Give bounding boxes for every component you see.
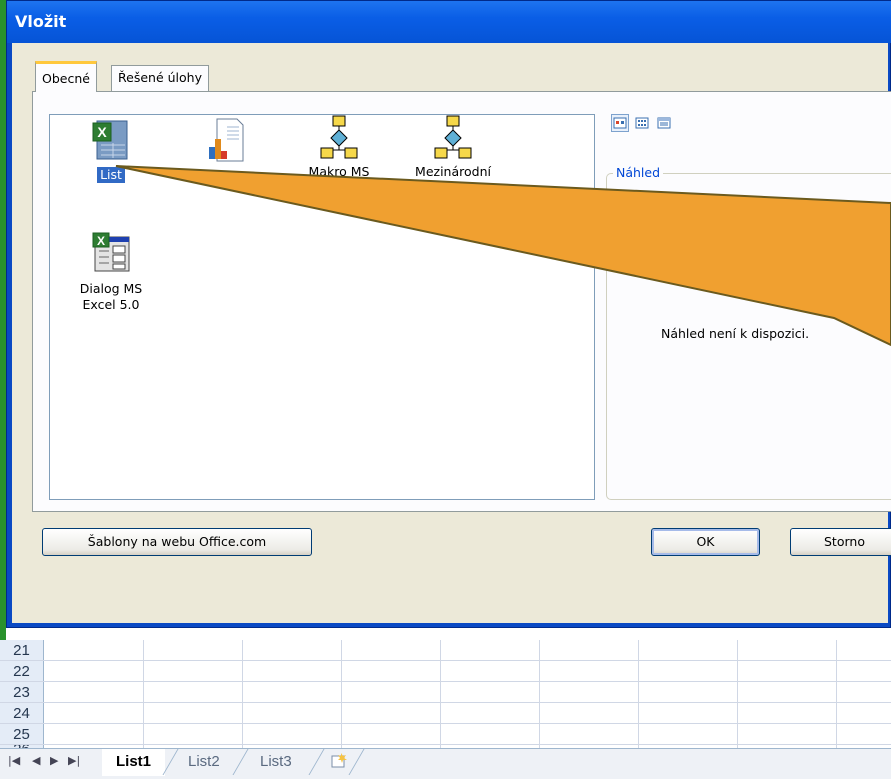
chart-sheet-icon: [203, 117, 247, 162]
row-22: 22: [0, 661, 891, 682]
item-label: Dialog MS: [79, 281, 143, 296]
preview-message: Náhled není k dispozici.: [661, 326, 810, 341]
column-gridline: [836, 640, 837, 748]
sheet-tab-bar: |◀ ◀ ▶ ▶| List1 List2 List3: [0, 748, 891, 779]
large-icons-view-button[interactable]: [611, 114, 629, 132]
cancel-button[interactable]: Storno: [790, 528, 891, 556]
sheet-tab-list3[interactable]: List3: [246, 749, 306, 775]
item-label: List: [97, 167, 125, 183]
details-view-button[interactable]: [655, 114, 673, 132]
excel-sheet-icon: X: [89, 117, 133, 161]
column-gridline: [638, 640, 639, 748]
tab-separator: [348, 749, 365, 775]
row-21: 21: [0, 640, 891, 661]
dialog-sheet-icon: X: [89, 231, 133, 275]
dialog-client-area: Obecné Řešené úlohy X List Makro MS Mezi…: [12, 43, 891, 623]
insert-sheet-icon[interactable]: [330, 751, 348, 772]
templates-online-button[interactable]: Šablony na webu Office.com: [42, 528, 312, 556]
intl-macro-sheet-icon: [431, 114, 475, 159]
column-gridline: [440, 640, 441, 748]
list-item-chart[interactable]: [180, 117, 270, 183]
prev-sheet-icon[interactable]: ◀: [32, 754, 40, 767]
column-gridline: [143, 640, 144, 748]
list-view-button[interactable]: [633, 114, 651, 132]
list-item-worksheet[interactable]: X List: [66, 117, 156, 183]
svg-text:X: X: [97, 124, 107, 140]
macro-sheet-icon: [317, 114, 361, 159]
first-sheet-icon[interactable]: |◀: [8, 754, 20, 767]
preview-legend: Náhled: [613, 165, 664, 180]
template-list[interactable]: X List Makro MS Mezinárodní X Dialog MS …: [49, 114, 595, 500]
item-label: Mezinárodní: [415, 164, 491, 179]
tab-obecne[interactable]: Obecné: [35, 61, 97, 92]
row-23: 23: [0, 682, 891, 703]
insert-dialog: Vložit Obecné Řešené úlohy X List Makro …: [6, 0, 891, 628]
list-item-dialog-sheet[interactable]: X Dialog MS Excel 5.0: [66, 231, 156, 313]
row-25: 25: [0, 724, 891, 745]
list-item-macro[interactable]: Makro MS: [294, 114, 384, 180]
svg-text:X: X: [97, 234, 105, 248]
row-number[interactable]: 25: [0, 724, 44, 744]
preview-group: Náhled Náhled není k dispozici.: [606, 165, 891, 500]
row-number[interactable]: 22: [0, 661, 44, 681]
tab-panel: X List Makro MS Mezinárodní X Dialog MS …: [32, 91, 891, 512]
row-number[interactable]: 24: [0, 703, 44, 723]
row-24: 24: [0, 703, 891, 724]
tab-separator: [308, 749, 325, 775]
column-gridline: [737, 640, 738, 748]
sheet-tab-list1[interactable]: List1: [102, 749, 166, 776]
column-gridline: [341, 640, 342, 748]
last-sheet-icon[interactable]: ▶|: [68, 754, 80, 767]
item-label: Excel 5.0: [82, 297, 140, 312]
column-gridline: [242, 640, 243, 748]
ok-button[interactable]: OK: [651, 528, 760, 556]
item-label: Makro MS: [308, 164, 370, 179]
tab-resene-ulohy[interactable]: Řešené úlohy: [111, 65, 209, 91]
dialog-titlebar[interactable]: Vložit: [7, 1, 891, 43]
list-item-international-macro[interactable]: Mezinárodní: [408, 114, 498, 180]
column-gridline: [539, 640, 540, 748]
next-sheet-icon[interactable]: ▶: [50, 754, 58, 767]
row-number[interactable]: 21: [0, 640, 44, 660]
row-number[interactable]: 23: [0, 682, 44, 702]
dialog-title: Vložit: [15, 12, 67, 31]
sheet-tab-list2[interactable]: List2: [174, 749, 234, 775]
